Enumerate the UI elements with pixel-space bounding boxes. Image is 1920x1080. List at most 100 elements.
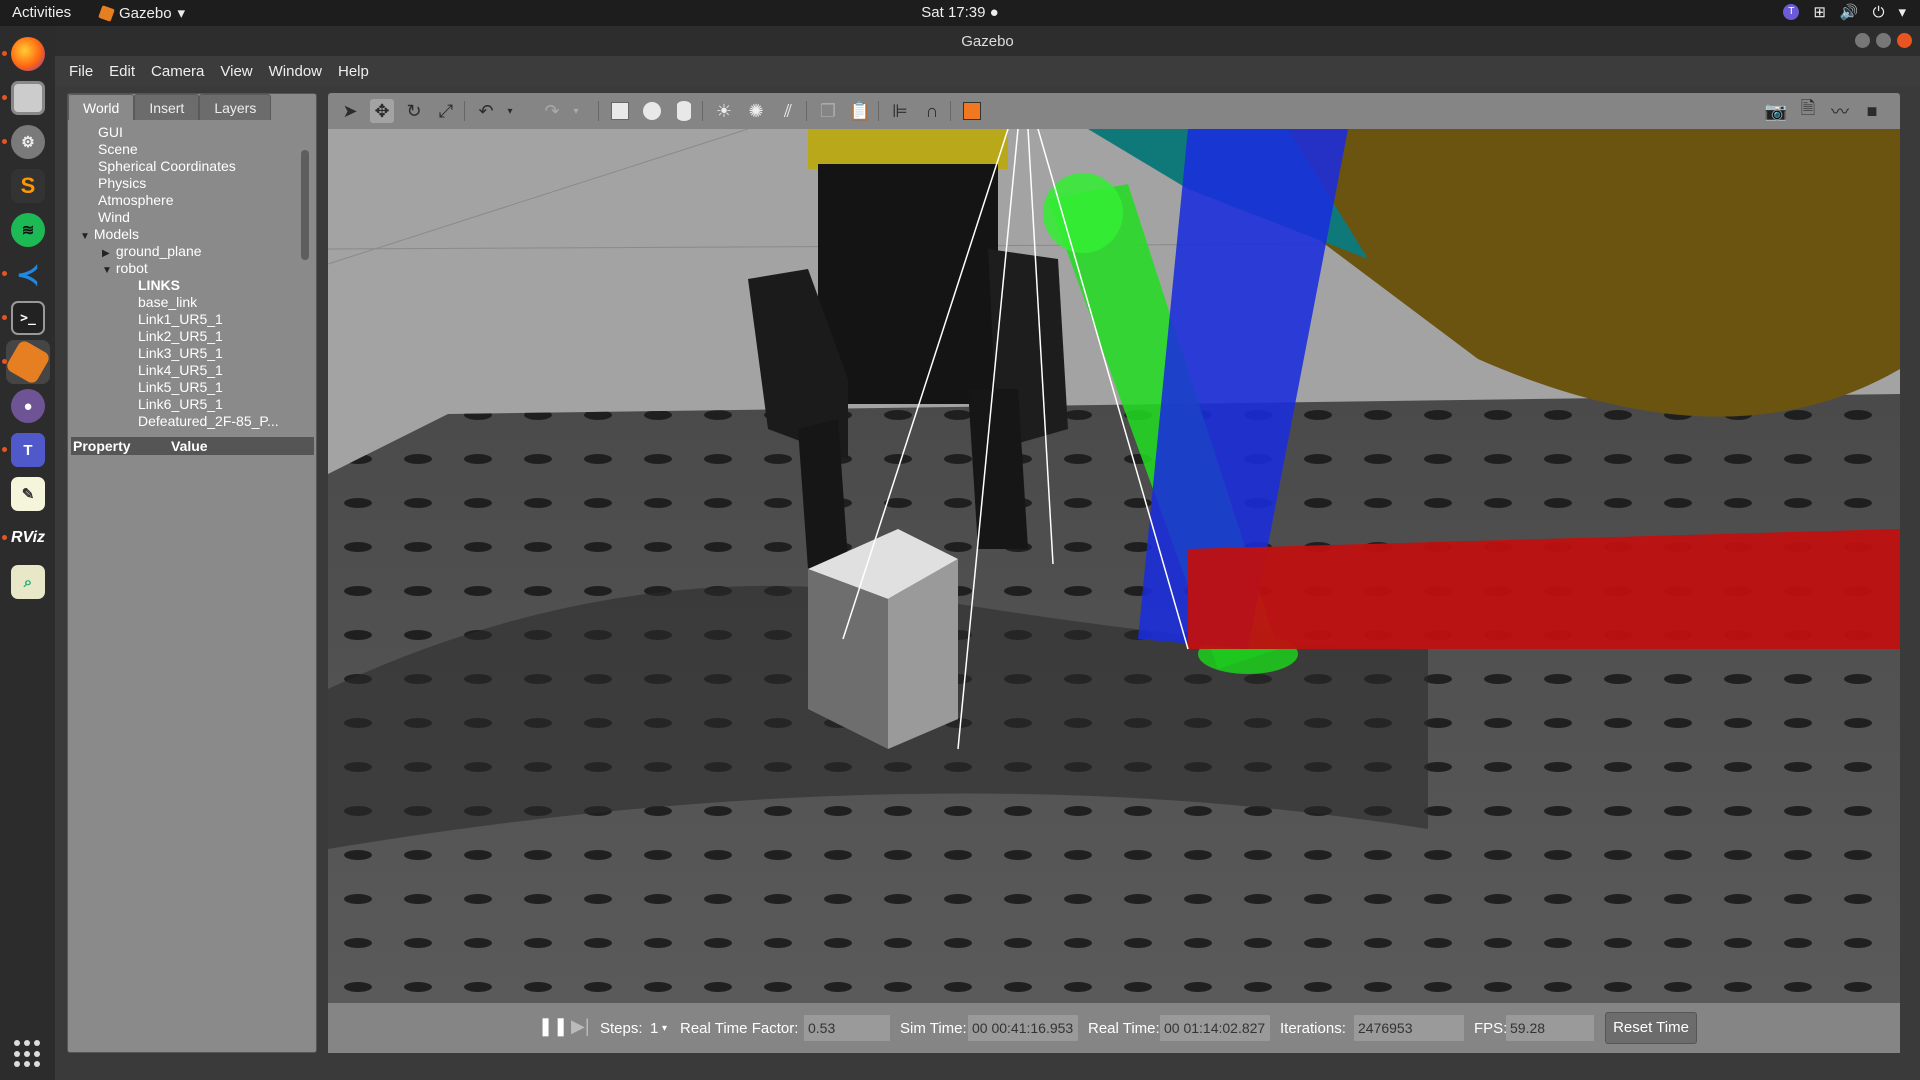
screenshot-icon[interactable]: 📷	[1764, 99, 1788, 123]
directional-light-icon[interactable]: ⫽	[776, 99, 800, 123]
tree-item-scene[interactable]: Scene	[70, 141, 302, 158]
tree-item-link[interactable]: Link1_UR5_1	[70, 311, 302, 328]
menu-help[interactable]: Help	[338, 63, 369, 80]
tab-layers[interactable]: Layers	[199, 94, 272, 120]
system-top-bar: Activities Gazebo ▾ Sat 17:39 ● T ⊞ 🔊 ⏻ …	[0, 0, 1920, 26]
teams-launcher[interactable]: T	[2, 428, 50, 472]
tree-item-wind[interactable]: Wind	[70, 209, 302, 226]
vscode-icon: ≺	[16, 258, 40, 290]
sublime-launcher[interactable]: S	[6, 164, 50, 208]
menu-view[interactable]: View	[220, 63, 252, 80]
volume-icon[interactable]: 🔊	[1840, 3, 1859, 21]
sim-time-label: Sim Time:	[900, 1020, 967, 1037]
box-shape-icon[interactable]	[608, 99, 632, 123]
collapse-icon[interactable]: ▼	[80, 228, 90, 243]
fps-value: 59.28	[1506, 1015, 1594, 1041]
github-launcher[interactable]: ●	[6, 384, 50, 428]
rtf-value: 0.53	[804, 1015, 890, 1041]
redo-icon[interactable]: ↷	[540, 99, 564, 123]
tree-item-link[interactable]: Link4_UR5_1	[70, 362, 302, 379]
expand-icon[interactable]: ▶	[102, 245, 112, 260]
activities-button[interactable]: Activities	[12, 4, 71, 21]
tree-item-atmosphere[interactable]: Atmosphere	[70, 192, 302, 209]
steps-value[interactable]: 1	[650, 1020, 658, 1037]
step-icon[interactable]: ▶|	[571, 1016, 590, 1037]
collapse-icon[interactable]: ▼	[102, 262, 112, 277]
change-view-icon[interactable]	[960, 99, 984, 123]
copy-icon[interactable]: ❐	[816, 99, 840, 123]
tree-item-spherical[interactable]: Spherical Coordinates	[70, 158, 302, 175]
firefox-launcher[interactable]	[2, 32, 50, 76]
paste-icon[interactable]: 📋	[848, 99, 872, 123]
tree-item-models[interactable]: ▼ Models	[70, 226, 302, 243]
terminal-launcher[interactable]: >_	[2, 296, 50, 340]
menu-camera[interactable]: Camera	[151, 63, 204, 80]
image-viewer-launcher[interactable]: ⌕	[6, 560, 50, 604]
tree-item-physics[interactable]: Physics	[70, 175, 302, 192]
world-tree: GUI Scene Spherical Coordinates Physics …	[70, 124, 302, 444]
window-titlebar[interactable]: Gazebo	[55, 26, 1920, 56]
minimize-button[interactable]	[1855, 33, 1870, 48]
undo-icon[interactable]: ↶	[474, 99, 498, 123]
files-icon	[11, 81, 45, 115]
tree-item-link[interactable]: Link6_UR5_1	[70, 396, 302, 413]
gazebo-launcher[interactable]	[2, 338, 52, 386]
tree-item-ground-plane[interactable]: ▶ ground_plane	[70, 243, 302, 260]
settings-launcher[interactable]: ⚙	[2, 120, 50, 164]
rviz-launcher[interactable]: RViz	[2, 516, 50, 560]
pause-icon[interactable]: ❚❚	[538, 1016, 568, 1037]
redo-history-chevron-icon[interactable]: ▾	[564, 99, 588, 123]
align-icon[interactable]: ⊫	[888, 99, 912, 123]
network-icon[interactable]: ⊞	[1813, 3, 1826, 21]
undo-history-chevron-icon[interactable]: ▾	[498, 99, 522, 123]
clock[interactable]: Sat 17:39 ●	[921, 4, 998, 21]
scale-icon[interactable]: ⤢	[434, 99, 458, 123]
log-icon[interactable]: 🗎	[1796, 98, 1820, 123]
show-applications-icon[interactable]	[14, 1040, 42, 1068]
maximize-button[interactable]	[1876, 33, 1891, 48]
close-button[interactable]	[1897, 33, 1912, 48]
tree-item-gui[interactable]: GUI	[70, 124, 302, 141]
plot-icon[interactable]: 〰	[1828, 99, 1852, 123]
tree-item-link[interactable]: Link3_UR5_1	[70, 345, 302, 362]
system-tray[interactable]: T ⊞ 🔊 ⏻ ▾	[1783, 3, 1906, 21]
scene-toolbar: ➤ ✥ ↻ ⤢ ↶ ▾ ↷ ▾ ☀ ✺ ⫽ ❐ 📋 ⊫ ∩ 📷 🗎 〰 ■	[328, 93, 1900, 129]
menu-file[interactable]: File	[69, 63, 93, 80]
tree-label: robot	[115, 260, 148, 276]
app-menu[interactable]: Gazebo ▾	[98, 4, 185, 22]
tree-scrollbar[interactable]	[301, 150, 309, 260]
iterations-value: 2476953	[1354, 1015, 1464, 1041]
text-editor-launcher[interactable]: ✎	[6, 472, 50, 516]
teams-icon[interactable]: T	[1783, 4, 1800, 20]
menu-edit[interactable]: Edit	[109, 63, 135, 80]
video-record-icon[interactable]: ■	[1860, 99, 1884, 123]
vscode-launcher[interactable]: ≺	[2, 252, 50, 296]
3d-viewport[interactable]	[328, 129, 1900, 1003]
spotify-launcher[interactable]: ≋	[6, 208, 50, 252]
sphere-shape-icon[interactable]	[640, 99, 664, 123]
tab-world[interactable]: World	[68, 94, 135, 120]
steps-chevron-icon[interactable]: ▾	[662, 1023, 667, 1034]
tree-item-link[interactable]: Link2_UR5_1	[70, 328, 302, 345]
window-title: Gazebo	[961, 33, 1014, 50]
tree-item-link[interactable]: base_link	[70, 294, 302, 311]
files-launcher[interactable]	[2, 76, 50, 120]
tree-item-link[interactable]: Link5_UR5_1	[70, 379, 302, 396]
point-light-icon[interactable]: ☀	[712, 99, 736, 123]
tree-item-robot[interactable]: ▼ robot	[70, 260, 302, 277]
tree-item-link[interactable]: Defeatured_2F-85_P...	[70, 413, 302, 430]
spot-light-icon[interactable]: ✺	[744, 99, 768, 123]
property-table-header: Property Value	[71, 437, 314, 455]
tab-insert[interactable]: Insert	[134, 94, 200, 120]
cylinder-shape-icon[interactable]	[672, 99, 696, 123]
translate-icon[interactable]: ✥	[370, 99, 394, 123]
chevron-down-icon[interactable]: ▾	[1898, 3, 1906, 21]
snap-icon[interactable]: ∩	[920, 99, 944, 123]
reset-time-button[interactable]: Reset Time	[1605, 1012, 1697, 1044]
fps-label: FPS:	[1474, 1020, 1508, 1037]
teams-icon: T	[11, 433, 45, 467]
select-arrow-icon[interactable]: ➤	[338, 99, 362, 123]
power-icon[interactable]: ⏻	[1873, 4, 1885, 21]
rotate-icon[interactable]: ↻	[402, 99, 426, 123]
menu-window[interactable]: Window	[269, 63, 322, 80]
